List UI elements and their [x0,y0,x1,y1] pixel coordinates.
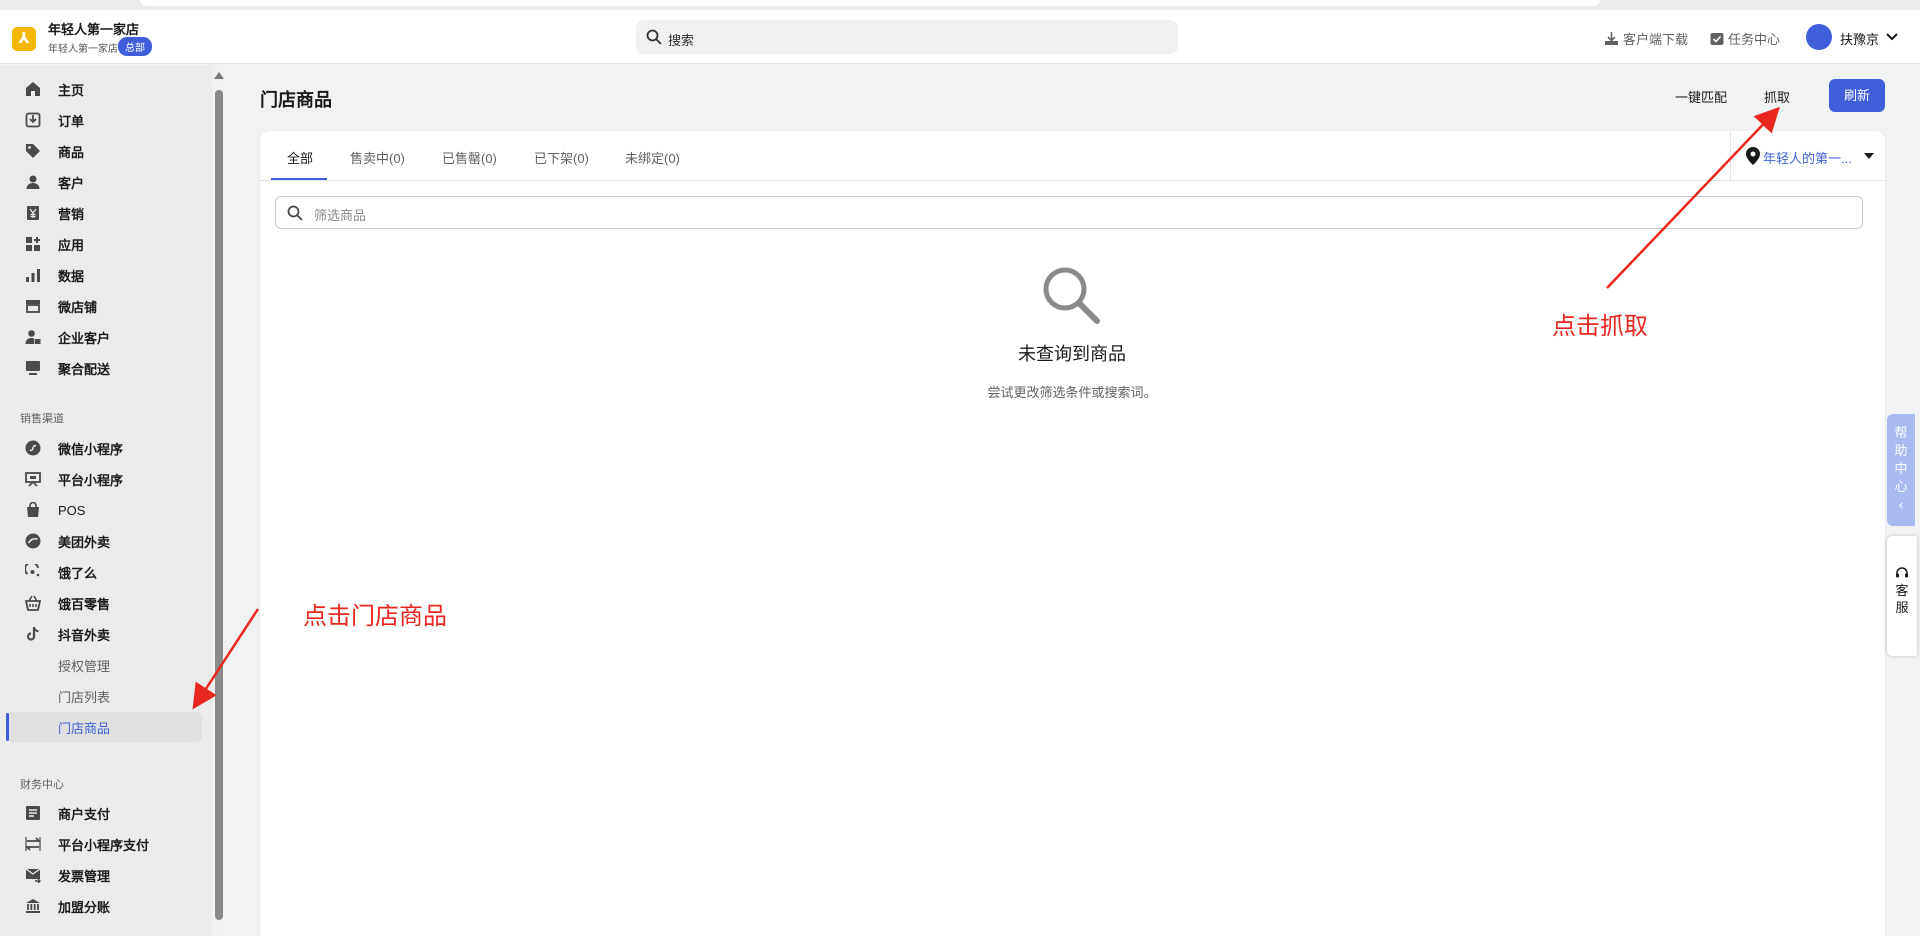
fetch-annotation-arrow [1606,106,1780,289]
chevron-left-icon: ‹ [1898,497,1904,512]
store-products-annotation-arrow [192,608,260,710]
help-center-tab[interactable]: 帮 助 中 心 ‹ [1887,414,1915,526]
annotation-arrows [192,106,1780,710]
store-products-annotation-text: 点击门店商品 [303,603,447,630]
customer-service-tab[interactable]: 客 服 [1887,536,1917,656]
fetch-annotation-text: 点击抓取 [1552,313,1648,340]
headset-icon [1896,567,1908,578]
